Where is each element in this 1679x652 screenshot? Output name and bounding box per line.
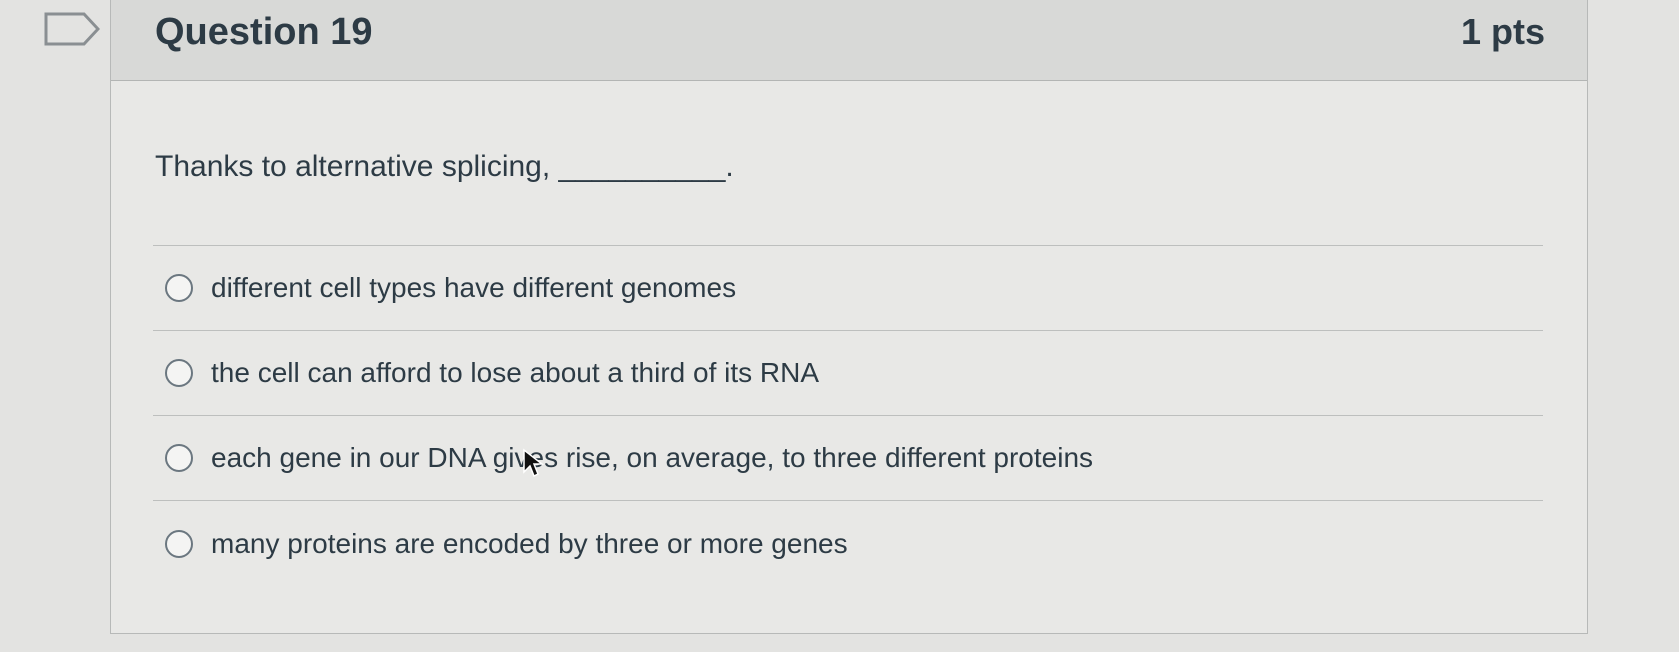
answer-option-2[interactable]: the cell can afford to lose about a thir… [153,331,1543,416]
question-points: 1 pts [1460,11,1545,52]
radio-button[interactable] [165,274,193,302]
radio-button[interactable] [165,359,193,387]
question-prompt: Thanks to alternative splicing, ________… [155,150,734,183]
answer-label[interactable]: different cell types have different geno… [211,272,736,304]
answer-label[interactable]: each gene in our DNA gives rise, on aver… [211,442,1093,474]
answer-label[interactable]: the cell can afford to lose about a thir… [211,357,819,389]
answer-label[interactable]: many proteins are encoded by three or mo… [211,528,848,560]
question-title: Question 19 [155,11,373,53]
answer-option-1[interactable]: different cell types have different geno… [153,246,1543,331]
answer-option-4[interactable]: many proteins are encoded by three or mo… [153,501,1543,586]
radio-button[interactable] [165,529,193,558]
question-card: Question 19 1 pts Thanks to alternative … [110,0,1588,634]
mouse-cursor-icon [523,448,544,478]
flag-question-icon[interactable] [44,12,100,46]
answer-list: different cell types have different geno… [153,245,1543,586]
question-header: Question 19 1 pts [111,0,1587,81]
answer-option-3[interactable]: each gene in our DNA gives rise, on aver… [153,416,1543,501]
radio-button[interactable] [165,444,193,472]
